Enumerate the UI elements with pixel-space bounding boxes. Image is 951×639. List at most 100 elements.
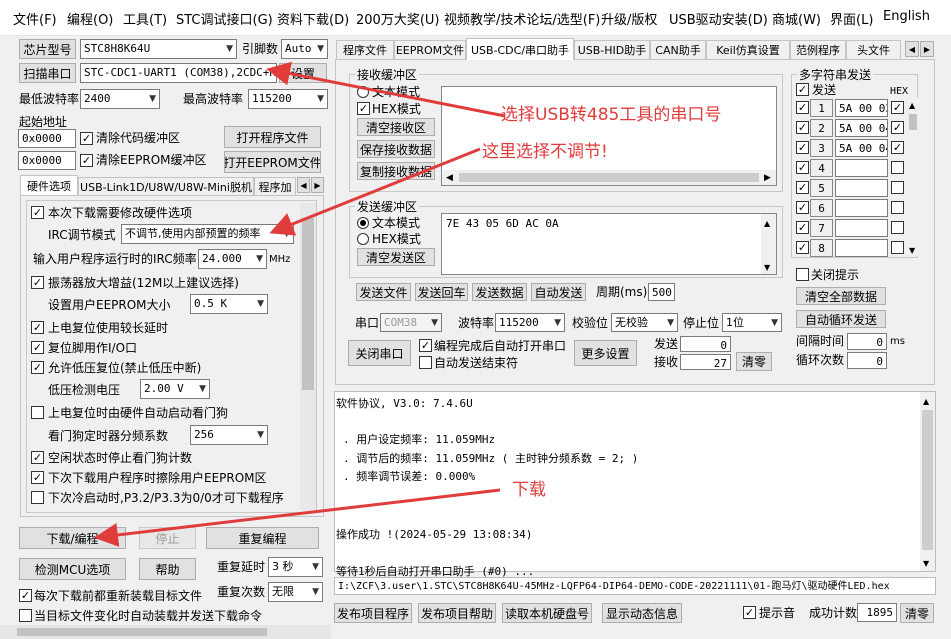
multi-send-number-button[interactable]: 2 [810, 119, 833, 137]
recv-hex-mode-checkbox[interactable]: ✓ [357, 102, 370, 115]
scroll-up-icon[interactable]: ▲ [764, 216, 770, 232]
help-button[interactable]: 帮助 [139, 558, 196, 580]
multi-string-input[interactable] [835, 159, 888, 177]
tab-scroll-left-icon[interactable]: ◀ [297, 177, 310, 193]
multi-send-checkbox[interactable]: ✓ [796, 161, 809, 174]
scroll-down-icon[interactable]: ▼ [923, 556, 929, 572]
auto-send-button[interactable]: 自动发送 [531, 283, 586, 301]
save-receive-button[interactable]: 保存接收数据 [357, 140, 435, 158]
multi-hex-checkbox[interactable] [891, 221, 904, 234]
multi-string-input[interactable]: 5A 00 04 [835, 139, 888, 157]
beep-checkbox[interactable]: ✓ [743, 606, 756, 619]
repeat-program-button[interactable]: 重复编程 [206, 527, 319, 549]
multi-hex-checkbox[interactable]: ✓ [891, 121, 904, 134]
auto-end-checkbox[interactable] [419, 356, 432, 369]
scroll-up-icon[interactable]: ▲ [923, 394, 929, 410]
multi-send-number-button[interactable]: 3 [810, 139, 833, 157]
menu-video[interactable]: 视频教学/技术论坛/选型(F) [444, 9, 600, 28]
multi-string-input[interactable] [835, 219, 888, 237]
send-return-button[interactable]: 发送回车 [415, 283, 468, 301]
menu-download[interactable]: 资料下载(D) [277, 9, 349, 28]
tab-usb-link[interactable]: USB-Link1D/U8W/U8W-Mini脱机 [78, 177, 254, 195]
tab-scroll-right-icon[interactable]: ▶ [920, 41, 934, 57]
menu-usb[interactable]: USB驱动安装(D) [669, 9, 768, 28]
auto-reload-checkbox[interactable] [19, 609, 32, 622]
open-eeprom-button[interactable]: 打开EEPROM文件 [224, 151, 321, 173]
multi-hex-checkbox[interactable]: ✓ [891, 101, 904, 114]
scroll-up-icon[interactable]: ▲ [909, 98, 915, 114]
multi-hex-checkbox[interactable] [891, 181, 904, 194]
eeprom-address-input[interactable]: 0x0000 [18, 151, 76, 170]
multi-send-checkbox[interactable]: ✓ [796, 241, 809, 254]
open-program-button[interactable]: 打开程序文件 [224, 126, 321, 148]
multi-send-number-button[interactable]: 8 [810, 239, 833, 257]
interval-input[interactable]: 0 [847, 333, 887, 350]
copy-receive-button[interactable]: 复制接收数据 [357, 162, 435, 180]
multi-send-checkbox[interactable]: ✓ [796, 101, 809, 114]
period-input[interactable]: 500 [648, 283, 675, 301]
clear-count-button[interactable]: 清零 [736, 352, 772, 371]
wdt-div-select[interactable]: 256 ▼ [190, 425, 268, 445]
menu-interface[interactable]: 界面(L) [830, 9, 873, 28]
port-select[interactable]: STC-CDC1-UART1 (COM38),2CDC+HID [80, 63, 277, 83]
multi-string-input[interactable] [835, 239, 888, 257]
lvd-select[interactable]: 2.00 V ▼ [140, 379, 210, 399]
scroll-down-icon[interactable]: ▼ [764, 260, 770, 276]
more-settings-button[interactable]: 更多设置 [574, 340, 637, 366]
wdt-idle-checkbox[interactable]: ✓ [31, 451, 44, 464]
reload-each-checkbox[interactable]: ✓ [19, 589, 32, 602]
menu-english[interactable]: English [883, 9, 930, 24]
tab-examples[interactable]: 范例程序 [790, 40, 846, 59]
min-baud-select[interactable]: 2400 ▼ [80, 89, 160, 109]
osc-gain-checkbox[interactable]: ✓ [31, 276, 44, 289]
close-hint-checkbox[interactable] [796, 268, 809, 281]
multi-send-number-button[interactable]: 1 [810, 99, 833, 117]
tab-program-more[interactable]: 程序加 [254, 177, 296, 195]
tab-keil-sim[interactable]: Keil仿真设置 [706, 40, 790, 59]
recv-text-mode-radio[interactable] [357, 86, 369, 98]
left-horizontal-thumb[interactable] [17, 628, 267, 636]
tab-serial-assistant[interactable]: USB-CDC/串口助手 [466, 38, 574, 60]
tab-eeprom-file[interactable]: EEPROM文件 [394, 40, 466, 59]
multi-hex-checkbox[interactable]: ✓ [891, 141, 904, 154]
tab-scroll-right-icon[interactable]: ▶ [311, 177, 324, 193]
parity-select[interactable]: 无校验 ▼ [611, 313, 678, 332]
send-text-mode-radio[interactable] [357, 217, 369, 229]
multi-send-checkbox[interactable]: ✓ [796, 121, 809, 134]
multi-send-number-button[interactable]: 6 [810, 199, 833, 217]
irc-freq-select[interactable]: 24.000 ▼ [198, 249, 267, 269]
multi-hex-checkbox[interactable] [891, 161, 904, 174]
multi-hex-checkbox[interactable] [891, 241, 904, 254]
chip-model-button[interactable]: 芯片型号 [19, 39, 76, 59]
tab-header-files[interactable]: 头文件 [846, 40, 901, 59]
multi-string-input[interactable] [835, 199, 888, 217]
tab-can[interactable]: CAN助手 [650, 40, 706, 59]
detect-mcu-button[interactable]: 检测MCU选项 [19, 558, 126, 580]
multi-send-checkbox[interactable]: ✓ [796, 181, 809, 194]
cold-boot-checkbox[interactable] [31, 491, 44, 504]
scan-port-button[interactable]: 扫描串口 [19, 63, 76, 83]
options-scroll-thumb[interactable] [302, 218, 314, 390]
menu-program[interactable]: 编程(O) [67, 9, 113, 28]
tab-scroll-left-icon[interactable]: ◀ [905, 41, 919, 57]
stop-bits-select[interactable]: 1位 ▼ [722, 313, 782, 332]
multi-send-checkbox[interactable]: ✓ [796, 221, 809, 234]
multi-send-checkbox[interactable]: ✓ [796, 201, 809, 214]
lvr-checkbox[interactable]: ✓ [31, 361, 44, 374]
eeprom-size-select[interactable]: 0.5 K ▼ [190, 294, 268, 314]
menu-store[interactable]: 商城(W) [772, 9, 821, 28]
erase-eeprom-checkbox[interactable]: ✓ [31, 471, 44, 484]
tab-usb-hid[interactable]: USB-HID助手 [574, 40, 650, 59]
log-v-thumb[interactable] [922, 410, 933, 550]
clear-receive-button[interactable]: 清空接收区 [357, 118, 435, 136]
publish-program-button[interactable]: 发布项目程序 [334, 603, 412, 623]
modify-options-checkbox[interactable]: ✓ [31, 206, 44, 219]
multi-send-number-button[interactable]: 5 [810, 179, 833, 197]
multi-send-number-button[interactable]: 4 [810, 159, 833, 177]
max-baud-select[interactable]: 115200 ▼ [248, 89, 328, 109]
tab-program-file[interactable]: 程序文件 [336, 40, 394, 59]
auto-loop-send-button[interactable]: 自动循环发送 [796, 310, 886, 328]
menu-award[interactable]: 200万大奖(U) [356, 9, 439, 28]
send-data-button[interactable]: 发送数据 [472, 283, 527, 301]
menu-tools[interactable]: 工具(T) [123, 9, 167, 28]
